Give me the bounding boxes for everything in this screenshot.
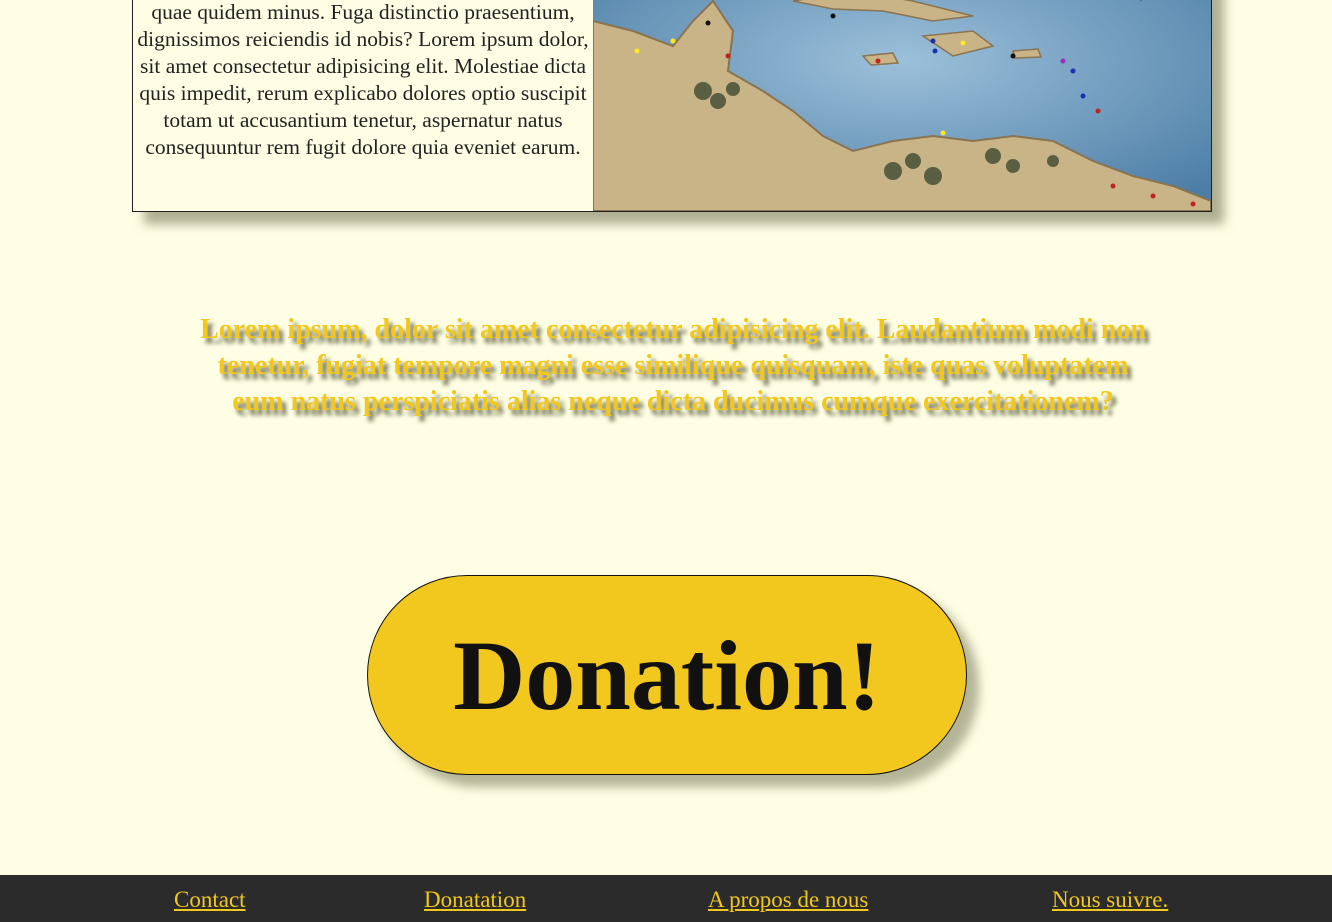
tagline-text: Lorem ipsum, dolor sit amet consectetur … [200,314,1146,417]
footer-link-donation[interactable]: Donatation [424,887,526,913]
donation-button[interactable]: Donation! [367,575,967,775]
caribbean-map-image [593,0,1211,211]
footer-link-contact[interactable]: Contact [174,887,246,913]
footer: Contact Donatation A propos de nous Nous… [0,875,1332,922]
footer-link-follow[interactable]: Nous suivre. [1052,887,1168,913]
intro-text: quae quidem minus. Fuga distinctio praes… [137,0,589,159]
intro-card: quae quidem minus. Fuga distinctio praes… [132,0,1212,212]
footer-link-about[interactable]: A propos de nous [708,887,868,913]
